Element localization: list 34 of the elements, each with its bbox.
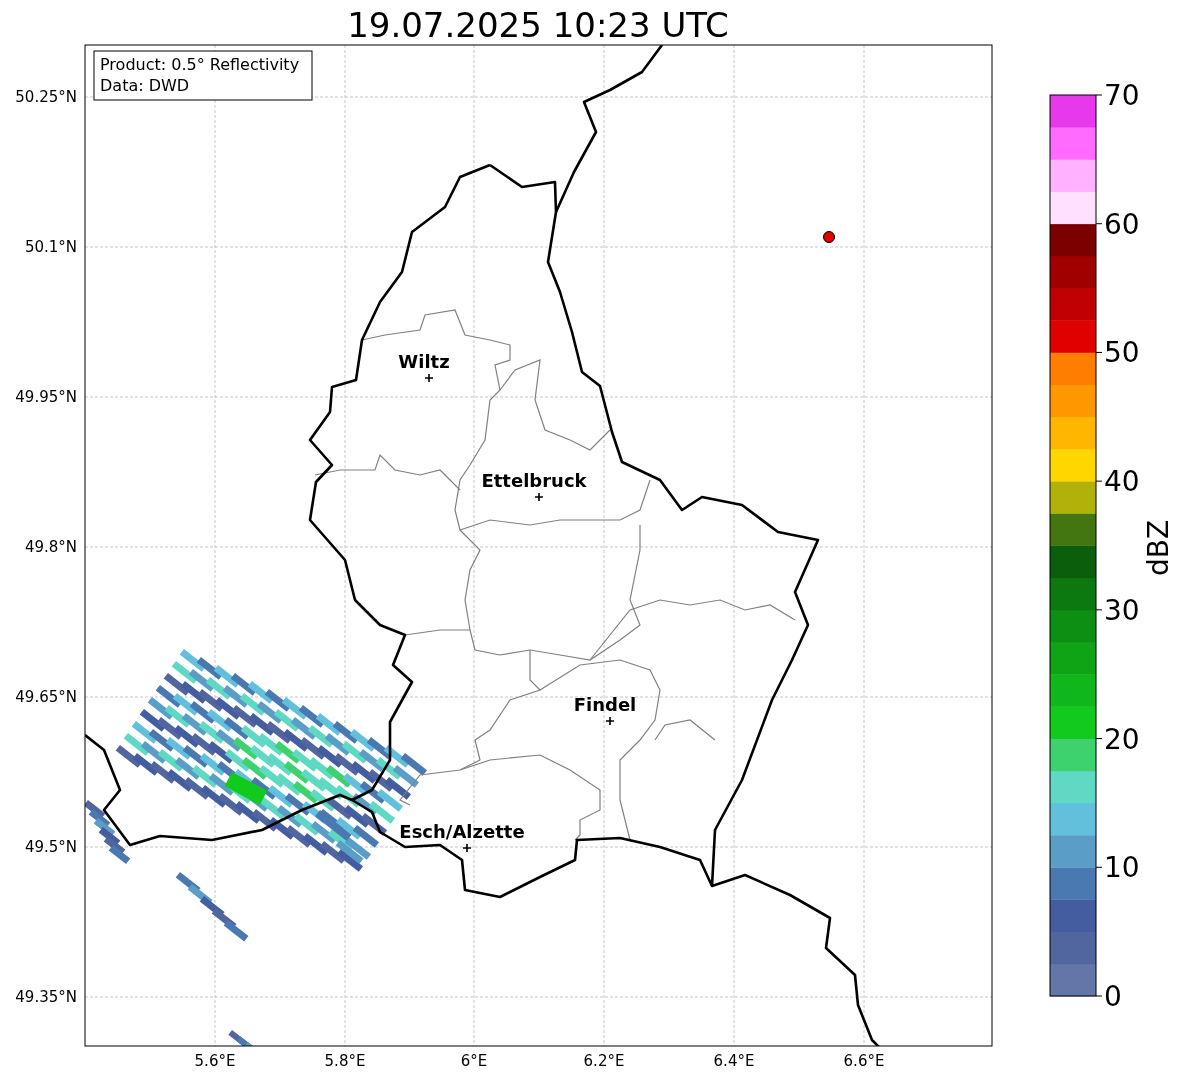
colorbar-tick-label: 0 (1104, 980, 1122, 1013)
latitude-label: 49.95°N (15, 388, 77, 406)
latitude-label: 49.65°N (15, 688, 77, 706)
colorbar-tick-label: 40 (1104, 465, 1140, 499)
colorbar-tick-label: 10 (1104, 851, 1140, 885)
colorbar-tick-label: 30 (1104, 593, 1140, 627)
colorbar-tick-label: 70 (1104, 79, 1140, 112)
colorbar-tick-label: 50 (1104, 336, 1140, 370)
longitude-label: 6.6°E (843, 1052, 885, 1070)
latitude-label: 49.8°N (24, 538, 77, 556)
longitude-label: 6°E (460, 1052, 488, 1070)
city-marker-icon (424, 373, 434, 383)
city-label: Findel (573, 694, 637, 715)
colorbar-label: dBZ (1142, 519, 1175, 577)
latitude-label: 49.5°N (24, 838, 77, 856)
city-marker-icon (605, 716, 615, 726)
longitude-label: 5.8°E (324, 1052, 366, 1070)
longitude-label: 6.2°E (583, 1052, 625, 1070)
city-label: Ettelbruck (481, 470, 587, 491)
colorbar-tick-label: 60 (1104, 207, 1140, 241)
longitude-label: 5.6°E (194, 1052, 236, 1070)
colorbar-tick-label: 20 (1104, 722, 1140, 756)
info-text: Product: 0.5° Reflectivity (100, 55, 300, 74)
chart-title: 19.07.2025 10:23 UTC (347, 5, 729, 45)
latitude-label: 50.1°N (24, 238, 77, 256)
info-text: Data: DWD (100, 76, 190, 95)
city-label: Esch/Alzette (399, 821, 525, 842)
city-label: Wiltz (398, 351, 450, 372)
longitude-label: 6.4°E (713, 1052, 755, 1070)
latitude-label: 50.25°N (15, 88, 77, 106)
city-marker-icon (462, 843, 472, 853)
radar-site-marker (823, 231, 835, 243)
latitude-label: 49.35°N (15, 988, 77, 1006)
city-marker-icon (534, 492, 544, 502)
